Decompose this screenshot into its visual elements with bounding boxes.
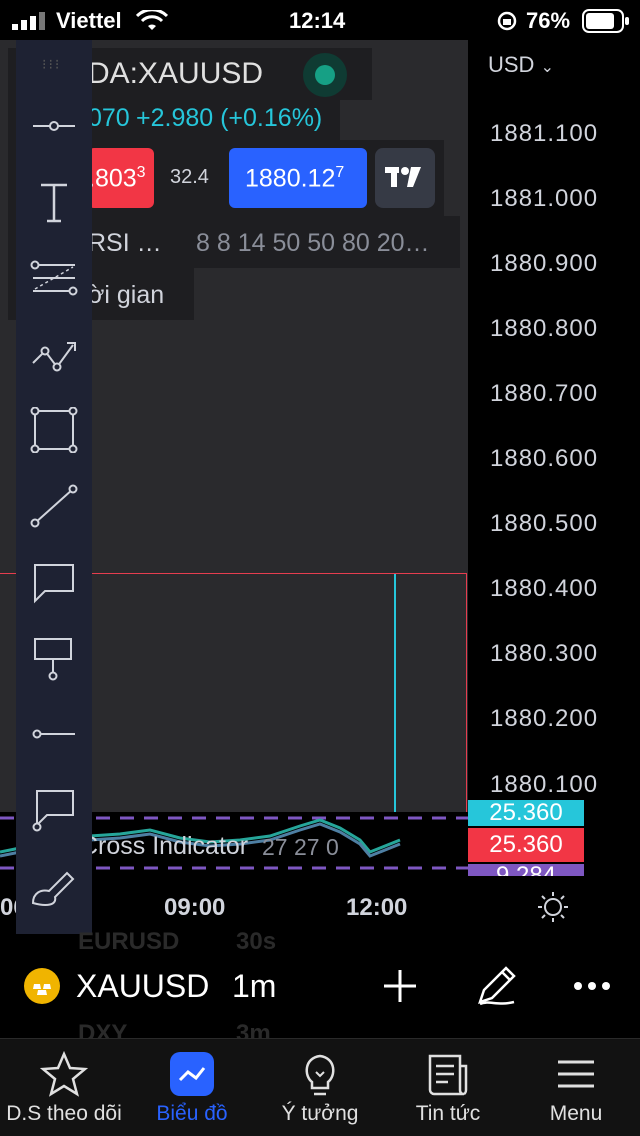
comment-tool[interactable] [16,780,92,840]
indicator-value-tag: 25.360 [468,800,584,826]
rectangle-tool[interactable] [16,400,92,460]
horizontal-line-icon [33,121,75,131]
cursor-line [394,574,396,812]
speech-bubble-icon [34,564,74,604]
nav-label: D.S theo dõi [6,1102,122,1125]
chart-icon [170,1052,214,1096]
battery-icon [582,9,629,33]
watchlist-ghost-symbol: EURUSD [78,928,180,955]
horizontal-line-tool[interactable] [16,96,92,156]
market-open-dot-icon [315,65,335,85]
trend-line-icon [30,484,78,528]
price-tick: 1880.200 [490,705,599,732]
spread-value: 32.4 [170,166,209,188]
price-tick: 1880.700 [490,380,599,407]
lightbulb-icon [305,1054,335,1096]
time-tick: 12:00 [346,894,408,921]
indicator-params: 8 8 14 50 50 80 20… [196,229,430,257]
price-axis[interactable] [468,40,640,812]
nav-label: Tin tức [415,1102,481,1125]
current-symbol[interactable]: XAUUSD [76,968,209,1005]
tradingview-logo-icon [385,167,421,187]
brush-tool[interactable] [16,856,92,916]
trend-line-tool[interactable] [16,476,92,536]
indicator-pane-params: 27 27 0 [262,834,339,860]
price-tick: 1881.000 [490,185,599,212]
price-change: +2.980 (+0.16%) [136,104,323,132]
fib-tool[interactable] [16,248,92,308]
callout-tool[interactable] [16,552,92,612]
chevron-down-icon: ⌄ [540,59,554,76]
price-note-tool[interactable] [16,628,92,688]
buy-price: 1880.127 [245,164,345,193]
nav-label: Menu [549,1102,603,1125]
price-tick: 1880.900 [490,250,599,277]
star-icon [40,1050,88,1097]
price-tick: 1880.100 [490,771,599,798]
sell-price: .8033 [88,164,146,193]
clock: 12:14 [289,8,346,33]
nav-news[interactable]: Tin tức [384,1038,512,1136]
wifi-icon [136,10,168,30]
more-icon[interactable] [572,976,612,996]
gold-bars-icon [24,968,60,1004]
carrier-name: Viettel [56,8,122,33]
orientation-lock-icon [497,11,517,31]
tradingview-logo-button[interactable] [375,148,435,208]
time-tick: 09:00 [164,894,226,921]
current-interval[interactable]: 1m [232,968,276,1005]
price-tick: 1881.100 [490,120,599,147]
price-tick: 1880.800 [490,315,599,342]
indicator-pane-label[interactable]: Cross Indicator [80,832,248,861]
nav-menu[interactable]: Menu [512,1038,640,1136]
news-icon [428,1054,468,1096]
currency-selector[interactable]: USD ⌄ [488,52,554,78]
currency-label: USD [488,52,535,77]
plus-icon[interactable] [380,966,420,1006]
comment-icon [32,790,74,832]
price-tick: 1880.400 [490,575,599,602]
symbol-title[interactable]: DA:XAUUSD [88,57,263,91]
rectangle-icon [30,407,78,453]
watchlist-ghost-interval: 30s [236,928,277,955]
pattern-icon [32,342,76,372]
drag-handle-icon[interactable]: ⁝⁝⁝ [42,56,61,73]
price-tick: 1880.500 [490,510,599,537]
nav-watchlist[interactable]: D.S theo dõi [0,1038,128,1136]
pen-icon[interactable] [474,962,520,1008]
nav-ideas[interactable]: Ý tưởng [256,1038,384,1136]
nav-label: Biểu đồ [156,1102,228,1125]
indicator-value-tag: 25.360 [468,828,584,862]
indicator-name[interactable]: RSI … [88,229,162,258]
menu-icon [558,1060,594,1088]
ray-icon [32,729,75,739]
status-bar: Viettel 12:14 76% [0,0,640,40]
signal-icon [12,12,45,30]
ray-tool[interactable] [16,704,92,764]
time-legend-label: ời gian [88,281,165,309]
nav-label: Ý tưởng [281,1102,359,1125]
nav-chart[interactable]: Biểu đồ [128,1038,256,1136]
text-icon [41,183,67,223]
price-note-icon [34,638,72,681]
price-tick: 1880.600 [490,445,599,472]
fibonacci-icon [30,260,78,296]
text-tool[interactable] [16,172,92,232]
last-price-partial: 070 [88,104,130,132]
battery-percent: 76% [526,8,571,33]
settings-sun-icon[interactable] [537,891,569,923]
price-tick: 1880.300 [490,640,599,667]
brush-icon [31,871,75,906]
pattern-tool[interactable] [16,324,92,384]
